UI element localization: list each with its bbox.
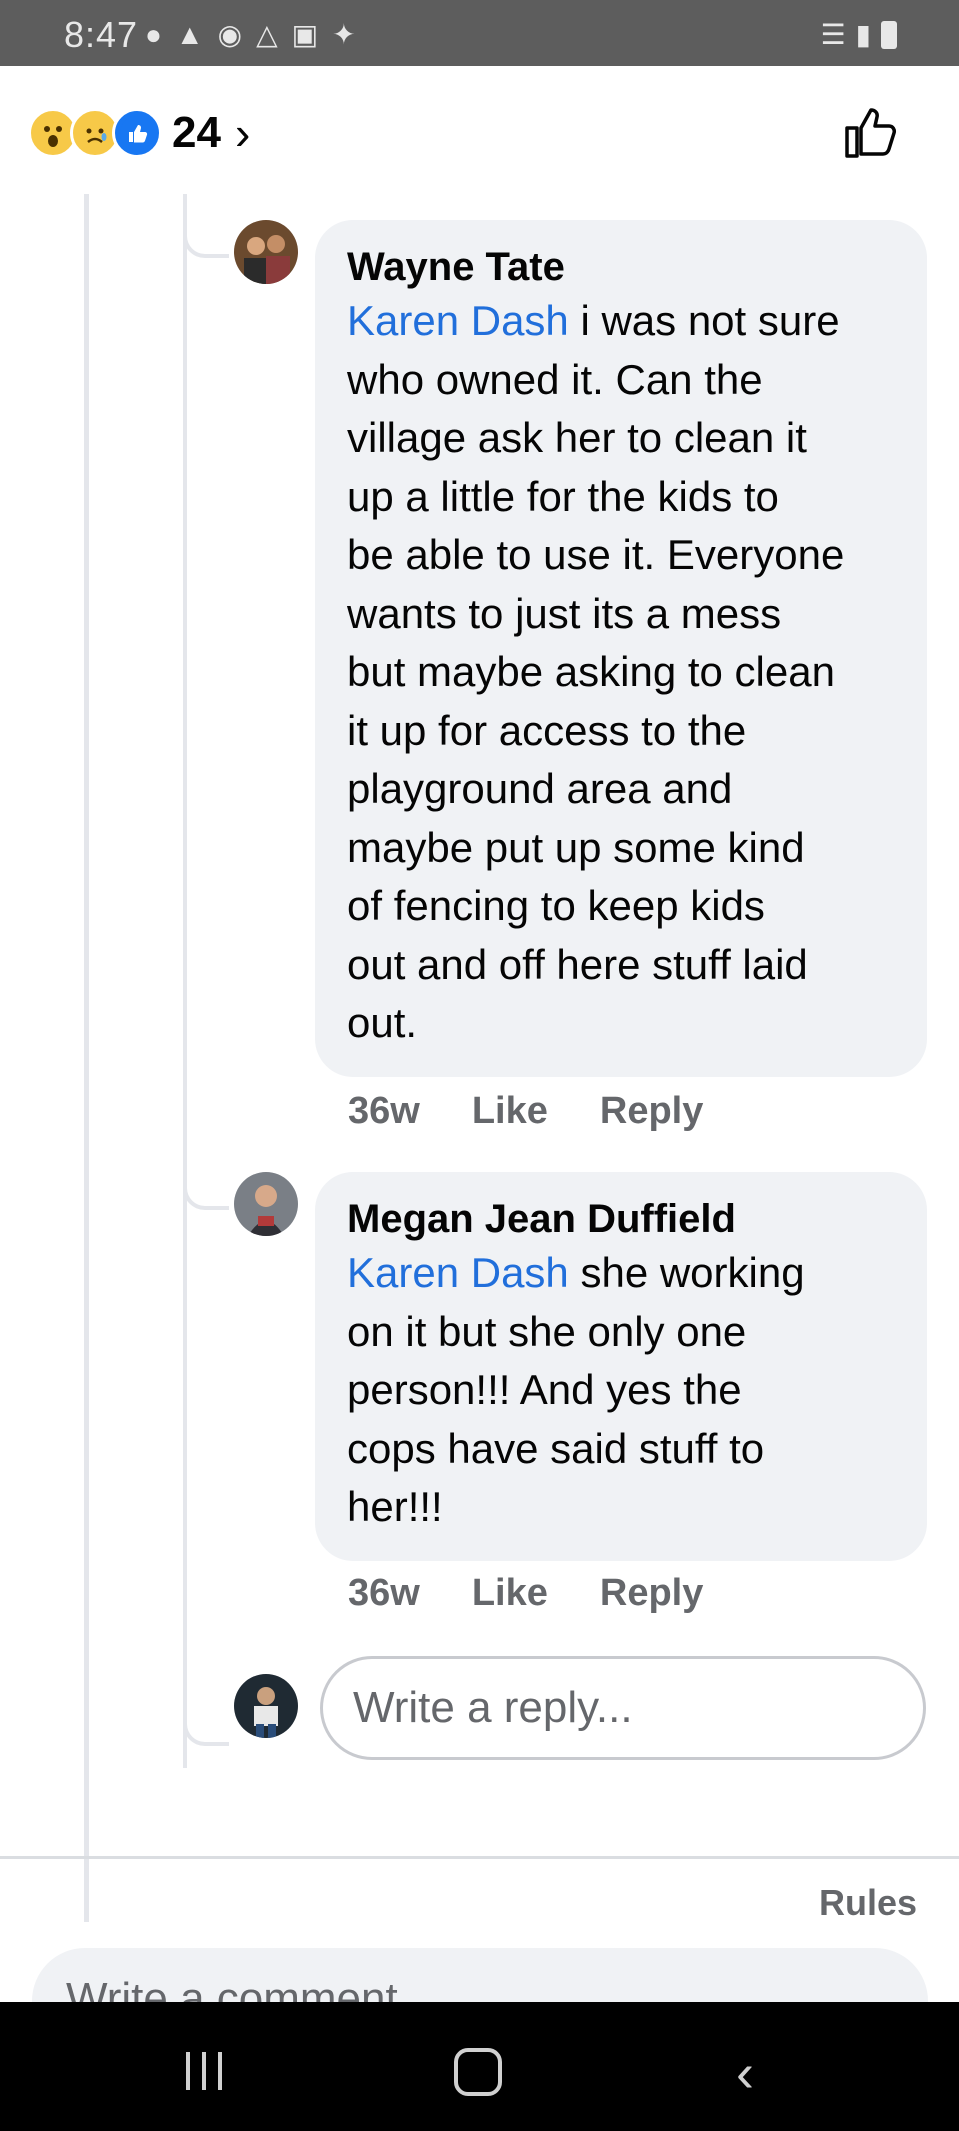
rules-link[interactable]: Rules xyxy=(819,1882,917,1924)
comment-text: Karen Dash i was not sure who owned it. … xyxy=(347,297,845,1046)
reactions-header: 24 › xyxy=(0,66,959,196)
thread-line xyxy=(84,194,89,1922)
signal-icon: ▮ xyxy=(855,19,871,50)
gallery-icon: ▣ xyxy=(291,19,319,50)
comments-sheet: 24 › Wayne Tate Karen Dash i was not sur… xyxy=(0,66,959,2002)
messenger-icon: ◉ xyxy=(217,19,243,50)
reaction-summary[interactable]: 24 › xyxy=(28,106,250,160)
comment-input[interactable]: Write a comment... xyxy=(32,1948,928,2002)
thread-connector xyxy=(183,1702,229,1746)
comment-timestamp[interactable]: 36w xyxy=(348,1090,420,1133)
comment-actions: 36w Like Reply xyxy=(348,1572,703,1615)
mention-link[interactable]: Karen Dash xyxy=(347,1249,569,1296)
comment-text: Karen Dash she working on it but she onl… xyxy=(347,1249,805,1530)
divider xyxy=(0,1856,959,1859)
status-bar: 8:47 ● ▲ ◉ △ ▣ ✦ ☰ ▮ xyxy=(0,0,959,66)
thread-connector xyxy=(183,1166,229,1210)
battery-icon xyxy=(881,20,897,49)
drive-icon: △ xyxy=(256,19,278,50)
reply-button[interactable]: Reply xyxy=(600,1090,703,1133)
comment-timestamp[interactable]: 36w xyxy=(348,1572,420,1615)
system-icons: ☰ ▮ xyxy=(820,18,897,51)
snapchat-icon: ▲ xyxy=(175,19,204,50)
navigation-bar: ‹ xyxy=(0,2002,959,2131)
thumbs-up-icon xyxy=(845,108,896,158)
back-button[interactable]: ‹ xyxy=(736,2042,754,2104)
chevron-right-icon: › xyxy=(234,107,251,159)
chat-icon: ● xyxy=(145,19,162,50)
avatar[interactable] xyxy=(234,1172,298,1236)
like-button[interactable] xyxy=(839,100,903,164)
like-comment-button[interactable]: Like xyxy=(472,1090,548,1133)
like-icon xyxy=(112,108,162,158)
reply-button[interactable]: Reply xyxy=(600,1572,703,1615)
reply-thread-line xyxy=(183,194,187,1768)
like-comment-button[interactable]: Like xyxy=(472,1572,548,1615)
comment-author[interactable]: Wayne Tate xyxy=(347,242,895,292)
thread-connector xyxy=(183,214,229,258)
comment-bubble: Megan Jean Duffield Karen Dash she worki… xyxy=(315,1172,927,1561)
comment-actions: 36w Like Reply xyxy=(348,1090,703,1133)
slack-icon: ✦ xyxy=(332,19,356,50)
notification-icons: ● ▲ ◉ △ ▣ ✦ xyxy=(145,20,356,50)
recent-apps-button[interactable] xyxy=(186,2052,222,2090)
comment-author[interactable]: Megan Jean Duffield xyxy=(347,1194,895,1244)
avatar[interactable] xyxy=(234,220,298,284)
reaction-count: 24 xyxy=(172,108,221,157)
current-user-avatar xyxy=(234,1674,298,1738)
home-button[interactable] xyxy=(454,2048,502,2096)
status-time: 8:47 xyxy=(64,14,139,55)
wifi-icon: ☰ xyxy=(820,19,846,50)
mention-link[interactable]: Karen Dash xyxy=(347,297,569,344)
comment-bubble: Wayne Tate Karen Dash i was not sure who… xyxy=(315,220,927,1077)
reply-input[interactable]: Write a reply... xyxy=(320,1656,926,1760)
